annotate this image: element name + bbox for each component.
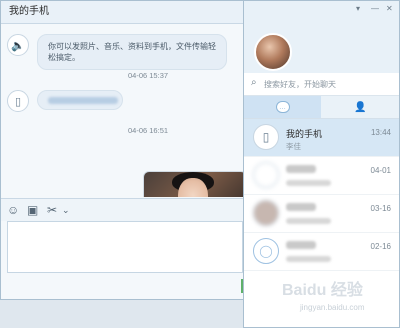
item-date: 13:44 (370, 128, 391, 137)
watermark-url: jingyan.baidu.com (300, 303, 365, 312)
message-text: 你可以发照片、音乐、资料到手机，文件传输轻松搞定。 (48, 42, 216, 62)
sent-photo[interactable] (143, 171, 247, 197)
message-timestamp: 04-06 16:51 (128, 126, 169, 135)
chevron-down-icon[interactable]: ⌄ (62, 205, 70, 216)
list-item[interactable]: ◯ 02-16 (244, 233, 399, 271)
chat-title-text: 我的手机 (9, 6, 49, 17)
message-bubble-blurred (37, 90, 123, 110)
item-name: 我的手机 (286, 129, 323, 139)
search-bar[interactable]: ⌕ 搜索好友，开始聊天 (244, 73, 399, 96)
profile-header: ▾ — ✕ (244, 1, 399, 73)
avatar (253, 200, 279, 226)
item-subtitle-blurred (286, 179, 331, 188)
phone-icon: ▯ (253, 124, 279, 150)
item-date: 02-16 (370, 242, 391, 251)
speaker-icon: 🔈 (7, 34, 29, 56)
tab-chat[interactable]: … (244, 96, 321, 118)
avatar: ◯ (253, 238, 279, 264)
chat-bubble-icon: … (275, 101, 290, 113)
blurred-text (48, 97, 118, 104)
message-timestamp: 04-06 15:37 (128, 71, 169, 80)
search-icon: ⌕ (251, 77, 257, 88)
item-subtitle-blurred (286, 217, 331, 226)
message-input[interactable] (7, 221, 243, 273)
message-bubble: 你可以发照片、音乐、资料到手机，文件传输轻松搞定。 (37, 34, 227, 70)
minimize-button[interactable]: — (371, 4, 379, 13)
item-subtitle-blurred (286, 255, 331, 264)
tab-bar: … 👤 (244, 96, 399, 119)
item-name-blurred (286, 241, 316, 251)
item-date: 03-16 (370, 204, 391, 213)
list-item[interactable]: 04-01 (244, 157, 399, 195)
search-placeholder: 搜索好友，开始聊天 (264, 80, 336, 89)
emoji-icon[interactable]: ☺ (7, 203, 19, 217)
avatar[interactable] (254, 33, 292, 71)
tab-contacts[interactable]: 👤 (322, 96, 399, 118)
item-subtitle: 李佳 (286, 142, 301, 151)
avatar (253, 162, 279, 188)
list-item[interactable]: 03-16 (244, 195, 399, 233)
item-date: 04-01 (370, 166, 391, 175)
scissors-icon[interactable]: ✂ (47, 203, 57, 217)
list-item[interactable]: ▯ 我的手机 李佳 13:44 (244, 119, 399, 157)
close-button[interactable]: ✕ (386, 4, 393, 13)
item-name-blurred (286, 165, 316, 175)
contacts-icon: 👤 (354, 101, 367, 113)
item-name-blurred (286, 203, 316, 213)
menu-icon[interactable]: ▾ (356, 4, 360, 13)
watermark-logo: Baidu 经验 (282, 282, 363, 299)
phone-icon: ▯ (7, 90, 29, 112)
file-icon[interactable]: ▣ (27, 203, 38, 217)
